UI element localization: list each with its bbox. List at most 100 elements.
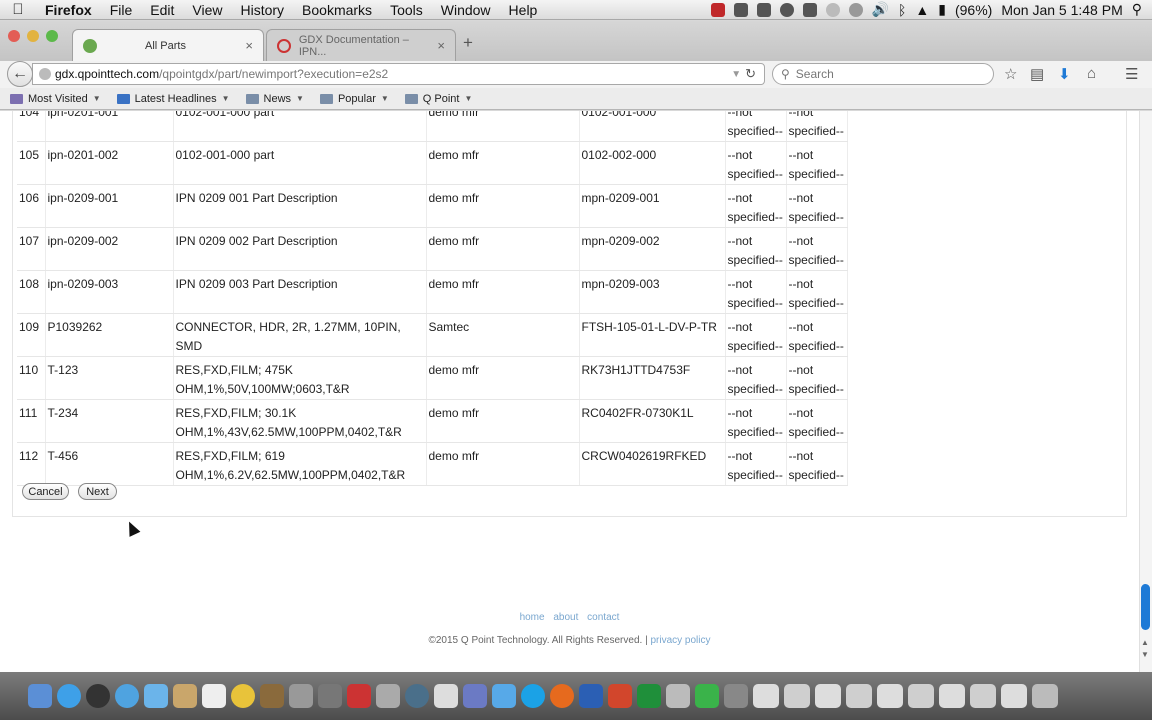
bookmark-latest-headlines[interactable]: Latest Headlines ▼	[116, 93, 230, 105]
downloads-icon[interactable]: ⬇	[1058, 65, 1071, 83]
menu-tools[interactable]: Tools	[381, 2, 432, 18]
wifi-icon[interactable]: ▲	[915, 2, 929, 18]
bookmark-most-visited[interactable]: Most Visited ▼	[10, 93, 101, 105]
dropbox-icon[interactable]	[756, 2, 771, 17]
camtasia-icon[interactable]	[695, 684, 719, 708]
reading-list-icon[interactable]: ▤	[1030, 65, 1044, 83]
lock-icon[interactable]	[802, 2, 817, 17]
footer-links: home about contact	[0, 612, 1139, 623]
footer-link-about[interactable]: about	[553, 612, 578, 623]
photos-icon[interactable]	[260, 684, 284, 708]
app-store-icon[interactable]	[57, 684, 81, 708]
bookmark-popular[interactable]: Popular ▼	[319, 93, 389, 105]
menu-edit[interactable]: Edit	[141, 2, 183, 18]
minimized-window-icon[interactable]	[939, 684, 965, 708]
tab-close-icon[interactable]: ×	[437, 38, 445, 53]
minimize-window-button[interactable]	[27, 30, 39, 42]
minimized-window-icon[interactable]	[815, 684, 841, 708]
bookmark-q-point[interactable]: Q Point ▼	[404, 93, 472, 105]
word-icon[interactable]	[579, 684, 603, 708]
table-cell: 107	[17, 227, 46, 271]
minimized-window-icon[interactable]	[784, 684, 810, 708]
grid-app-icon[interactable]	[318, 684, 342, 708]
url-dropdown-icon[interactable]: ▼	[731, 69, 741, 80]
red-app-icon[interactable]	[347, 684, 371, 708]
minimized-window-icon[interactable]	[1001, 684, 1027, 708]
clock[interactable]: Mon Jan 5 1:48 PM	[1001, 2, 1122, 18]
table-cell: IPN 0209 001 Part Description	[173, 184, 427, 228]
cancel-button[interactable]: Cancel	[22, 483, 69, 500]
next-button[interactable]: Next	[78, 483, 117, 500]
system-preferences-icon[interactable]	[376, 684, 400, 708]
volume-icon[interactable]: 🔊	[872, 1, 889, 18]
scroll-up-icon[interactable]: ▲	[1141, 638, 1149, 647]
minimized-window-icon[interactable]	[908, 684, 934, 708]
table-cell: --not specified--	[725, 399, 787, 443]
bookmark-star-icon[interactable]: ☆	[1004, 65, 1017, 83]
launchpad-icon[interactable]	[86, 684, 110, 708]
menu-view[interactable]: View	[183, 2, 231, 18]
table-cell: --not specified--	[725, 141, 787, 185]
minimized-window-icon[interactable]	[753, 684, 779, 708]
menu-bookmarks[interactable]: Bookmarks	[293, 2, 381, 18]
chat-icon[interactable]	[825, 2, 840, 17]
tray-grid-icon[interactable]	[733, 2, 748, 17]
trash-icon[interactable]	[1032, 684, 1058, 708]
facetime-icon[interactable]	[144, 684, 168, 708]
calendar-icon[interactable]	[202, 684, 226, 708]
mac-dock	[0, 672, 1152, 720]
powerpoint-icon[interactable]	[608, 684, 632, 708]
new-tab-button[interactable]: +	[463, 33, 473, 53]
search-bar[interactable]: ⚲ Search	[772, 63, 994, 85]
time-machine-icon[interactable]	[405, 684, 429, 708]
tab-close-icon[interactable]: ×	[245, 38, 253, 53]
site-identity-icon[interactable]	[39, 68, 51, 80]
finder-blue-icon[interactable]	[492, 684, 516, 708]
tab-gdx-documentation[interactable]: GDX Documentation – IPN... ×	[266, 29, 456, 61]
safari-icon[interactable]	[115, 684, 139, 708]
scroll-down-icon[interactable]: ▼	[1141, 650, 1149, 659]
trash-divider-icon	[724, 684, 748, 708]
url-bar[interactable]: gdx.qpointtech.com /qpointgdx/part/newim…	[32, 63, 765, 85]
minimized-window-icon[interactable]	[846, 684, 872, 708]
eclipse-icon[interactable]	[463, 684, 487, 708]
contacts-icon[interactable]	[173, 684, 197, 708]
text-editor-icon[interactable]	[434, 684, 458, 708]
bookmark-news[interactable]: News ▼	[245, 93, 304, 105]
tab-all-parts[interactable]: All Parts ×	[72, 29, 264, 61]
menu-help[interactable]: Help	[500, 2, 547, 18]
minimized-window-icon[interactable]	[970, 684, 996, 708]
menu-history[interactable]: History	[231, 2, 293, 18]
footer-link-contact[interactable]: contact	[587, 612, 619, 623]
scrollbar-thumb[interactable]	[1141, 584, 1150, 630]
bluetooth-icon[interactable]: ᛒ	[898, 2, 906, 18]
preview-icon[interactable]	[666, 684, 690, 708]
back-button[interactable]: ←	[7, 61, 33, 87]
home-icon[interactable]: ⌂	[1087, 65, 1096, 82]
menu-app-name[interactable]: Firefox	[36, 2, 101, 18]
table-cell: 109	[17, 313, 46, 357]
footer-link-home[interactable]: home	[520, 612, 545, 623]
close-window-button[interactable]	[8, 30, 20, 42]
menu-window[interactable]: Window	[432, 2, 500, 18]
firefox-icon[interactable]	[550, 684, 574, 708]
menu-file[interactable]: File	[101, 2, 142, 18]
zoom-window-button[interactable]	[46, 30, 58, 42]
skype-icon[interactable]	[521, 684, 545, 708]
spotlight-icon[interactable]: ⚲	[1132, 1, 1142, 18]
scissors-icon[interactable]	[289, 684, 313, 708]
menu-hamburger-icon[interactable]: ☰	[1125, 65, 1138, 83]
table-cell: CONNECTOR, HDR, 2R, 1.27MM, 10PIN, SMD	[173, 313, 427, 357]
apple-icon[interactable]: 	[0, 1, 36, 18]
finder-icon[interactable]	[28, 684, 52, 708]
excel-icon[interactable]	[637, 684, 661, 708]
tray-status-icon[interactable]	[779, 2, 794, 17]
privacy-policy-link[interactable]: privacy policy	[650, 635, 710, 646]
reload-icon[interactable]: ↻	[745, 66, 756, 82]
tray-app-icon[interactable]	[710, 2, 725, 17]
battery-icon[interactable]: ▮	[938, 1, 946, 18]
minimized-window-icon[interactable]	[877, 684, 903, 708]
time-machine-icon[interactable]	[848, 2, 863, 17]
parts-import-table: 104 ipn-0201-001 0102-001-000 part demo mfr…	[17, 111, 848, 486]
chrome-icon[interactable]	[231, 684, 255, 708]
